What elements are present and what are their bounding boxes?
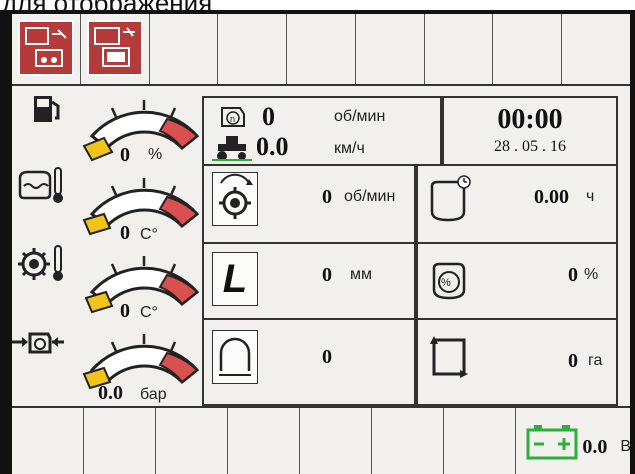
area-icon <box>426 330 472 384</box>
screen-config-icon <box>86 20 143 76</box>
softkey-6[interactable] <box>356 14 425 84</box>
battery-voltage-unit: В <box>620 438 631 455</box>
softkey-display-mode-2[interactable] <box>81 14 150 84</box>
pto-speed-value: 0 <box>322 186 332 208</box>
softkey-b5[interactable] <box>300 408 373 474</box>
oil-temperature-gauge: 0 C° <box>12 242 202 324</box>
softkey-b1[interactable] <box>12 408 85 474</box>
hitch-letter: L <box>222 257 248 301</box>
engine-rpm-value: 0 <box>262 102 275 131</box>
softkey-8[interactable] <box>493 14 563 84</box>
softkey-4[interactable] <box>218 14 288 84</box>
oil-pressure-gauge: 0.0 бар <box>12 320 202 404</box>
ground-speed-value: 0.0 <box>256 132 289 161</box>
tractor-icon <box>212 136 252 161</box>
svg-text:%: % <box>441 277 451 289</box>
clock-time: 00:00 <box>497 104 563 135</box>
pto-speed-unit: об/мин <box>344 188 396 205</box>
battery-voltage-value: 0.0 <box>582 436 608 458</box>
top-softkey-bar <box>12 14 630 86</box>
softkey-b7[interactable] <box>444 408 517 474</box>
bottom-softkey-bar: 0.0 В <box>12 406 631 474</box>
fuel-level-unit: % <box>148 146 163 163</box>
coolant-temperature-icon <box>18 167 63 203</box>
engine-hours-unit: ч <box>586 188 595 205</box>
hitch-position-cell: L 0 мм <box>202 242 416 320</box>
pto-speed-cell: 0 об/мин <box>202 166 416 244</box>
softkey-b2[interactable] <box>84 408 157 474</box>
engine-rpm-unit: об/мин <box>334 108 386 125</box>
wheel-slip-unit: % <box>584 266 599 283</box>
arch-icon <box>212 330 258 384</box>
wheel-slip-cell: % 0 % <box>416 242 618 320</box>
coolant-temperature-gauge: 0 C° <box>12 164 202 246</box>
arch-cell: 0 <box>202 318 416 406</box>
softkey-b4[interactable] <box>228 408 301 474</box>
worked-area-unit: га <box>588 352 603 369</box>
pto-shaft-icon <box>212 172 258 226</box>
softkey-9[interactable] <box>562 14 630 84</box>
oil-pressure-value: 0.0 <box>98 382 123 404</box>
softkey-b3[interactable] <box>156 408 229 474</box>
clock-panel: 00:00 28 . 05 . 16 <box>442 96 618 166</box>
engine-hours-icon <box>426 172 472 226</box>
softkey-3[interactable] <box>150 14 219 84</box>
softkey-b6[interactable] <box>372 408 445 474</box>
display-settings-icon <box>18 20 74 76</box>
softkey-7[interactable] <box>425 14 494 84</box>
battery-voltage-display: 0.0 В <box>516 408 631 474</box>
softkey-5[interactable] <box>287 14 356 84</box>
engine-speed-panel: n 0 об/мин 0.0 км/ч <box>202 96 442 166</box>
oil-pressure-unit: бар <box>140 386 167 403</box>
arch-value: 0 <box>322 346 332 368</box>
worked-area-value: 0 <box>568 350 578 372</box>
hitch-position-icon: L <box>212 252 258 306</box>
wheel-slip-value: 0 <box>568 264 578 286</box>
dashboard-screen: 0 % 0 C° 0 C° 0.0 бар n 0 об/мин 0.0 км/… <box>12 14 631 474</box>
engine-hours-cell: 0.00 ч <box>416 166 618 244</box>
softkey-display-mode-1[interactable] <box>12 14 81 84</box>
fuel-gauge: 0 % <box>12 86 202 168</box>
oil-pressure-icon <box>12 332 64 354</box>
worked-area-cell: 0 га <box>416 318 618 406</box>
hitch-position-value: 0 <box>322 264 332 286</box>
fuel-pump-icon <box>34 96 60 122</box>
oil-temperature-icon <box>18 245 63 281</box>
hitch-position-unit: мм <box>350 266 372 283</box>
svg-text:n: n <box>230 114 235 124</box>
ground-speed-unit: км/ч <box>334 140 365 157</box>
battery-icon <box>526 425 578 460</box>
clock-date: 28 . 05 . 16 <box>494 138 566 155</box>
engine-hours-value: 0.00 <box>534 186 569 208</box>
engine-rpm-icon: n <box>221 107 245 127</box>
wheel-slip-icon: % <box>426 252 472 306</box>
